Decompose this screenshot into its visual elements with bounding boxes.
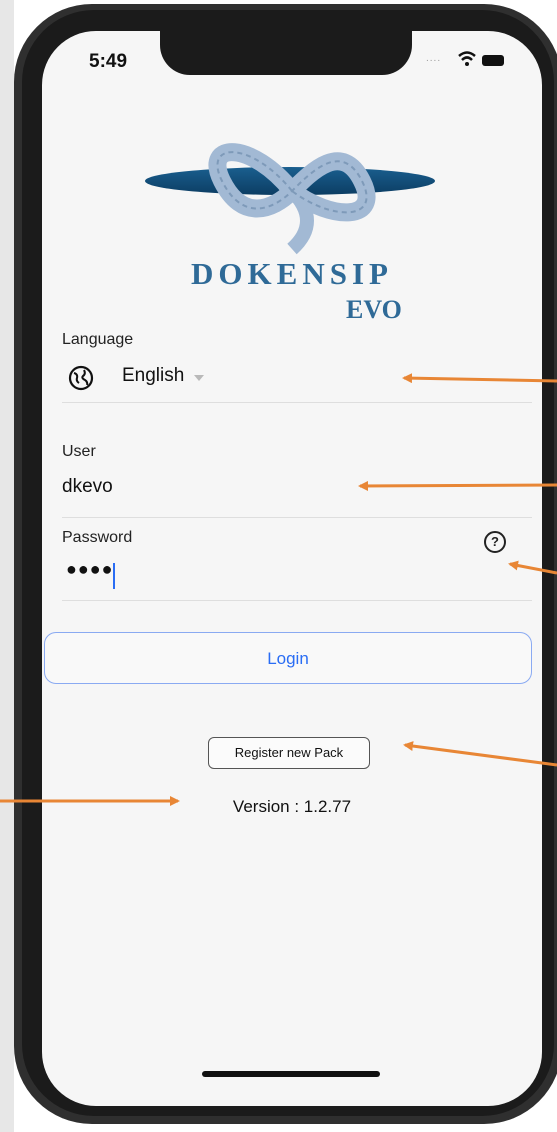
annotation-arrows [0,373,557,806]
screenshot-canvas: 5:49 .... DOKENSIP EVO Language English … [0,0,557,1132]
annotation-arrow-register [403,741,557,767]
annotation-arrow-help [508,560,557,575]
annotation-arrow-language [402,373,557,384]
annotation-arrow-user [358,480,557,491]
